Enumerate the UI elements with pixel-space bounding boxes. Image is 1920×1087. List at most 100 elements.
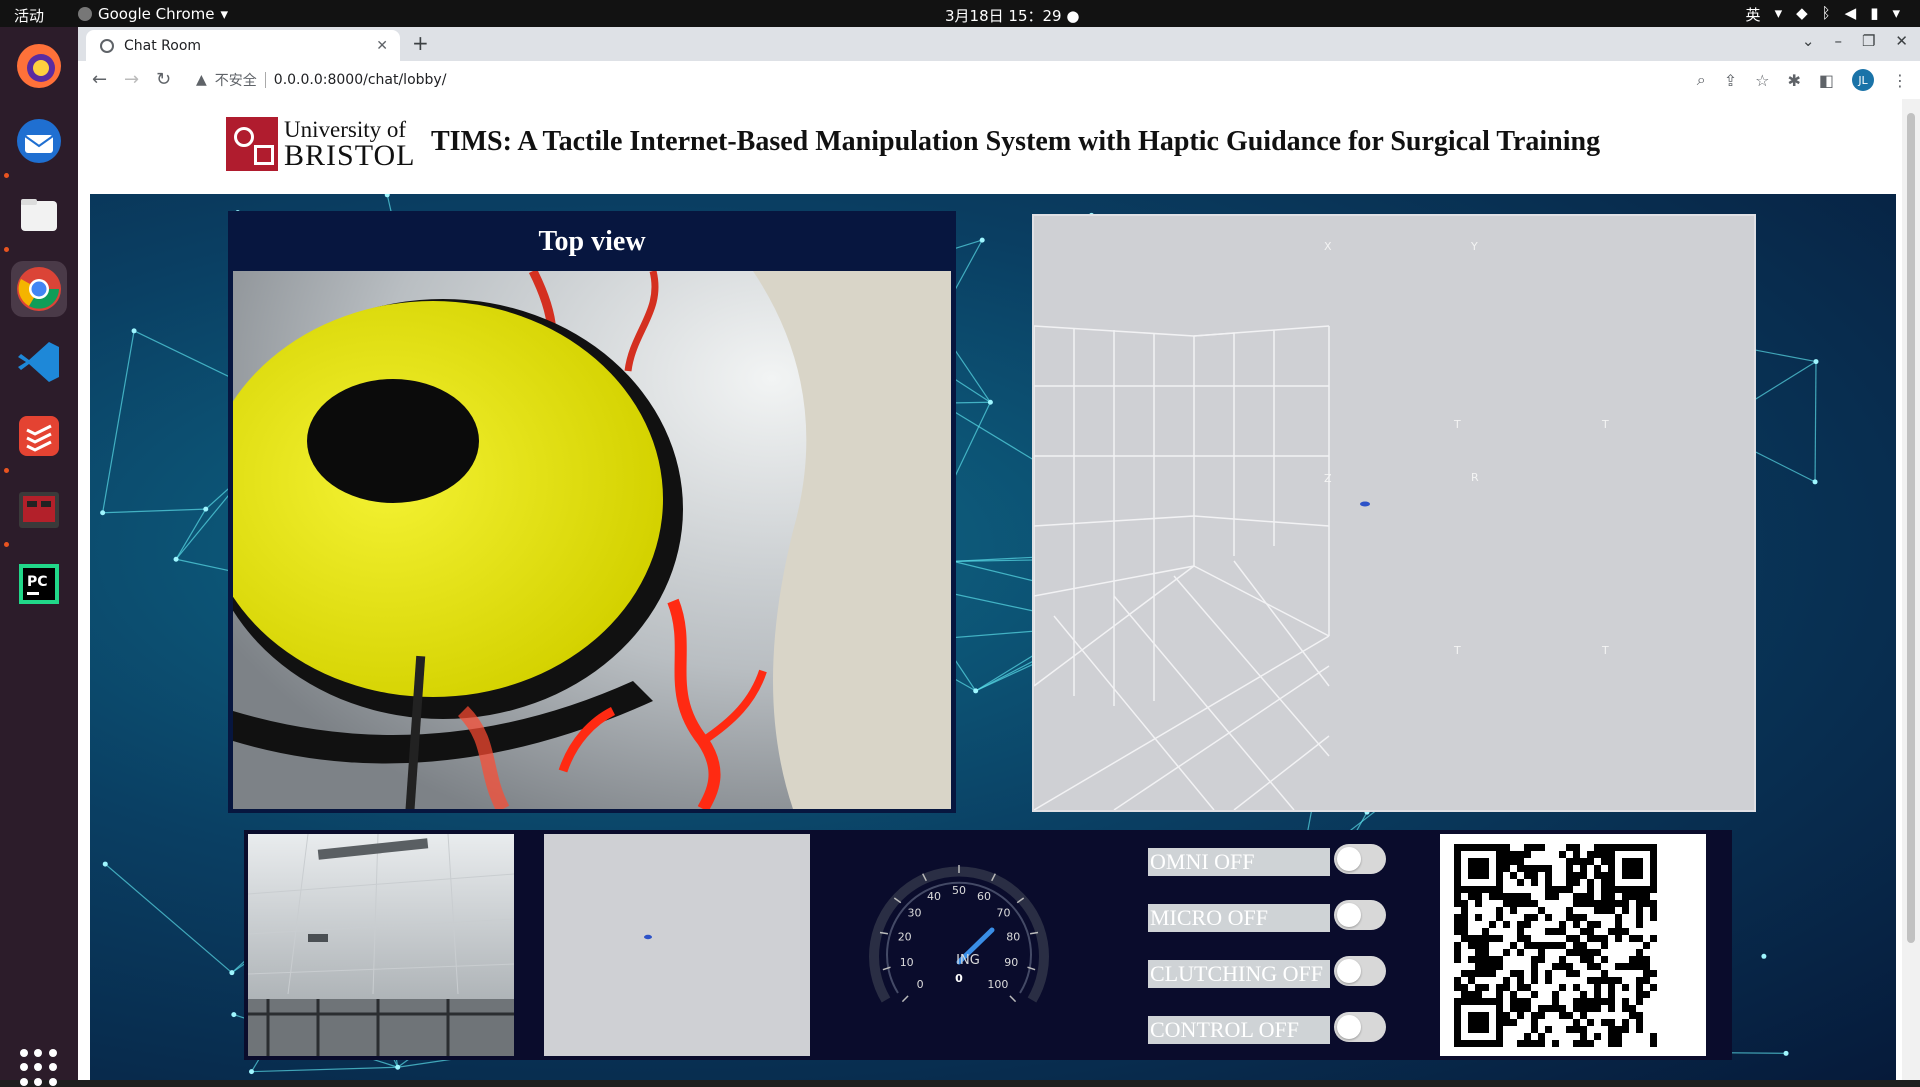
- qr-module: [1468, 872, 1475, 879]
- bookmark-star-icon[interactable]: ☆: [1755, 71, 1769, 90]
- zoom-icon[interactable]: ⌕: [1697, 70, 1706, 90]
- qr-module: [1573, 872, 1580, 879]
- top-view-panel: Top view: [228, 211, 956, 813]
- share-icon[interactable]: ⇪: [1724, 71, 1737, 90]
- qr-module: [1643, 942, 1650, 949]
- gauge-tick-label: 20: [898, 930, 912, 943]
- tab-chat-room[interactable]: Chat Room ✕: [86, 30, 400, 61]
- qr-module: [1566, 844, 1573, 851]
- omni-toggle-switch[interactable]: [1334, 844, 1386, 874]
- qr-module: [1580, 914, 1587, 921]
- tab-title: Chat Room: [124, 38, 201, 54]
- warning-icon[interactable]: ▲: [196, 72, 207, 88]
- qr-module: [1650, 1033, 1657, 1040]
- qr-module: [1636, 998, 1643, 1005]
- qr-module: [1650, 886, 1657, 893]
- qr-module: [1531, 872, 1538, 879]
- qr-module: [1636, 956, 1643, 963]
- reload-icon[interactable]: ↻: [156, 69, 171, 90]
- app-menu[interactable]: Google Chrome ▾: [78, 5, 228, 23]
- bluetooth-icon: ᛒ: [1822, 4, 1831, 25]
- chrome-launcher[interactable]: [11, 261, 67, 317]
- terminal-app-icon: [15, 486, 63, 534]
- back-icon[interactable]: ←: [92, 69, 107, 90]
- qr-module: [1587, 928, 1594, 935]
- qr-module: [1489, 844, 1496, 851]
- network-node: [100, 510, 105, 515]
- power-menu-icon[interactable]: ▾: [1892, 4, 1900, 25]
- minimize-icon[interactable]: –: [1834, 32, 1842, 50]
- system-tray[interactable]: 英 ▾ ◆ ᛒ ◀ ▮ ▾: [1746, 4, 1900, 25]
- qr-module: [1608, 1033, 1615, 1040]
- qr-module: [1587, 893, 1594, 900]
- files-launcher[interactable]: [11, 187, 67, 243]
- qr-module: [1622, 872, 1629, 879]
- forward-icon[interactable]: →: [124, 69, 139, 90]
- menu-kebab-icon[interactable]: ⋮: [1892, 71, 1908, 90]
- restore-icon[interactable]: ❐: [1862, 32, 1875, 50]
- qr-module: [1587, 900, 1594, 907]
- qr-module: [1650, 970, 1657, 977]
- qr-module: [1496, 893, 1503, 900]
- qr-module: [1573, 914, 1580, 921]
- extensions-icon[interactable]: ✱: [1787, 71, 1800, 90]
- activities-button[interactable]: 活动: [14, 5, 44, 26]
- micro-toggle-switch[interactable]: [1334, 900, 1386, 930]
- qr-module: [1566, 886, 1573, 893]
- qr-module: [1650, 844, 1657, 851]
- qr-module: [1482, 963, 1489, 970]
- system-top-bar: 活动 Google Chrome ▾ 3月18日 15：29 ● 英 ▾ ◆ ᛒ…: [0, 0, 1920, 27]
- qr-module: [1573, 921, 1580, 928]
- qr-module: [1559, 1012, 1566, 1019]
- qr-module: [1552, 963, 1559, 970]
- network-node: [1761, 954, 1766, 959]
- qr-module: [1503, 1012, 1510, 1019]
- control-toggle-switch[interactable]: [1334, 1012, 1386, 1042]
- profile-avatar[interactable]: JL: [1852, 69, 1874, 91]
- network-node: [231, 1012, 236, 1017]
- qr-module: [1629, 963, 1636, 970]
- vscode-launcher[interactable]: [11, 334, 67, 390]
- close-tab-icon[interactable]: ✕: [376, 38, 388, 54]
- qr-module: [1545, 872, 1552, 879]
- qr-module: [1482, 998, 1489, 1005]
- qr-module: [1594, 977, 1601, 984]
- thunderbird-icon: [15, 117, 63, 165]
- tab-search-icon[interactable]: ⌄: [1802, 32, 1815, 50]
- pycharm-launcher[interactable]: PC: [11, 556, 67, 612]
- qr-module: [1587, 851, 1594, 858]
- qr-module: [1496, 991, 1503, 998]
- qr-module: [1552, 1005, 1559, 1012]
- toggle-row-control: CONTROL OFF: [1148, 1008, 1398, 1052]
- url-text[interactable]: 0.0.0.0:8000/chat/lobby/: [274, 72, 447, 88]
- qr-module: [1559, 851, 1566, 858]
- qr-module: [1643, 970, 1650, 977]
- qr-module: [1608, 991, 1615, 998]
- address-bar[interactable]: ▲ 不安全 0.0.0.0:8000/chat/lobby/: [188, 66, 1698, 94]
- qr-module: [1573, 1040, 1580, 1047]
- qr-module: [1636, 963, 1643, 970]
- terminal-app-launcher[interactable]: [11, 482, 67, 538]
- qr-module: [1496, 858, 1503, 865]
- clutching-toggle-switch[interactable]: [1334, 956, 1386, 986]
- clock[interactable]: 3月18日 15：29 ●: [945, 5, 1079, 26]
- qr-module: [1552, 942, 1559, 949]
- qr-module: [1615, 935, 1622, 942]
- scrollbar-thumb[interactable]: [1907, 113, 1915, 943]
- qr-module: [1475, 1040, 1482, 1047]
- browser-toolbar: ← → ↻ ▲ 不安全 0.0.0.0:8000/chat/lobby/ ⌕ ⇪…: [78, 61, 1920, 100]
- qr-module: [1482, 942, 1489, 949]
- close-window-icon[interactable]: ✕: [1895, 32, 1908, 50]
- new-tab-button[interactable]: +: [412, 31, 429, 55]
- qr-module: [1454, 942, 1461, 949]
- input-method-indicator[interactable]: 英: [1746, 4, 1761, 25]
- qr-module: [1608, 872, 1615, 879]
- page-scrollbar[interactable]: [1902, 99, 1920, 1080]
- qr-module: [1489, 956, 1496, 963]
- gauge-tick: [1010, 996, 1016, 1002]
- show-apps-icon[interactable]: [20, 1049, 58, 1087]
- todoist-launcher[interactable]: [11, 408, 67, 464]
- firefox-launcher[interactable]: [11, 38, 67, 94]
- thunderbird-launcher[interactable]: [11, 113, 67, 169]
- side-panel-icon[interactable]: ◧: [1819, 71, 1834, 90]
